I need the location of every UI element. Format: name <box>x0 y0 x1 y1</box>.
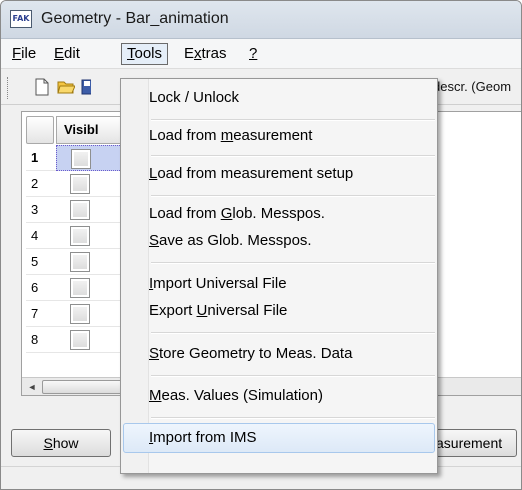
table-row[interactable]: 6 <box>22 275 134 301</box>
scroll-thumb[interactable] <box>42 380 122 394</box>
row-number: 2 <box>26 171 56 197</box>
menu-item-load-from-measurement-setup[interactable]: Load from measurement setup <box>123 159 435 189</box>
table-row[interactable]: 5 <box>22 249 134 275</box>
measurement-button[interactable]: asurement <box>433 429 517 457</box>
menu-separator <box>151 375 435 377</box>
menu-tools[interactable]: Tools <box>121 43 169 65</box>
menu-item-import-universal-file[interactable]: Import Universal File <box>123 269 435 299</box>
menu-item-meas-values-simulation[interactable]: Meas. Values (Simulation) <box>123 381 435 411</box>
row-number: 4 <box>26 223 56 249</box>
visible-cell[interactable] <box>56 223 122 249</box>
menu-edit[interactable]: Edit <box>49 44 85 66</box>
toolbar-grip[interactable] <box>7 77 10 99</box>
tools-menu-dropdown: Lock / Unlock Load from measurement Load… <box>120 78 438 474</box>
visible-checkbox[interactable] <box>70 174 90 194</box>
row-number: 1 <box>26 145 56 171</box>
menu-item-save-glob-messpos[interactable]: Save as Glob. Messpos. <box>123 226 435 256</box>
select-all-corner[interactable] <box>26 116 54 144</box>
new-file-icon[interactable] <box>33 78 51 96</box>
menu-item-lock-unlock[interactable]: Lock / Unlock <box>123 83 435 113</box>
description-label: descr. (Geom <box>433 79 512 94</box>
visible-cell[interactable] <box>56 301 122 327</box>
table-row[interactable]: 2 <box>22 171 134 197</box>
menu-separator <box>151 332 435 334</box>
column-header-visible[interactable]: Visibl <box>56 116 122 144</box>
visible-cell[interactable] <box>56 197 122 223</box>
visible-cell[interactable] <box>56 145 122 171</box>
row-number: 6 <box>26 275 56 301</box>
visible-checkbox[interactable] <box>70 330 90 350</box>
table-row[interactable]: 8 <box>22 327 134 377</box>
visible-cell[interactable] <box>56 171 122 197</box>
row-number: 5 <box>26 249 56 275</box>
menu-item-load-from-measurement[interactable]: Load from measurement <box>123 121 435 151</box>
menu-bar: File Edit Tools Extras ? <box>1 39 521 69</box>
save-disk-icon[interactable] <box>81 78 91 96</box>
visible-cell[interactable] <box>56 249 122 275</box>
menu-file[interactable]: File <box>7 44 41 66</box>
menu-separator <box>151 262 435 264</box>
row-number: 7 <box>26 301 56 327</box>
table-row[interactable]: 4 <box>22 223 134 249</box>
table-row[interactable]: 7 <box>22 301 134 327</box>
menu-help[interactable]: ? <box>244 44 262 66</box>
menu-separator <box>151 195 435 197</box>
menu-separator <box>151 155 435 157</box>
scroll-left-icon[interactable]: ◄ <box>24 380 40 394</box>
visible-checkbox[interactable] <box>70 226 90 246</box>
visible-checkbox[interactable] <box>70 252 90 272</box>
row-number: 3 <box>26 197 56 223</box>
title-bar: FAK Geometry - Bar_animation <box>1 1 521 39</box>
visible-checkbox[interactable] <box>70 304 90 324</box>
menu-extras[interactable]: Extras <box>179 44 232 66</box>
menu-item-import-from-ims[interactable]: Import from IMS <box>123 423 435 453</box>
show-button[interactable]: Show <box>11 429 111 457</box>
open-folder-icon[interactable] <box>57 78 75 96</box>
visible-checkbox[interactable] <box>71 149 91 169</box>
visible-checkbox[interactable] <box>70 278 90 298</box>
row-number: 8 <box>26 327 56 353</box>
menu-item-load-glob-messpos[interactable]: Load from Glob. Messpos. <box>123 199 435 229</box>
table-row[interactable]: 3 <box>22 197 134 223</box>
app-logo-icon: FAK <box>10 10 32 28</box>
visible-cell[interactable] <box>56 327 122 353</box>
window-title: Geometry - Bar_animation <box>41 10 229 27</box>
menu-item-export-universal-file[interactable]: Export Universal File <box>123 296 435 326</box>
visible-cell[interactable] <box>56 275 122 301</box>
menu-separator <box>151 417 435 419</box>
menu-item-store-geometry[interactable]: Store Geometry to Meas. Data <box>123 339 435 369</box>
table-row[interactable]: 1 <box>22 145 134 171</box>
visible-checkbox[interactable] <box>70 200 90 220</box>
